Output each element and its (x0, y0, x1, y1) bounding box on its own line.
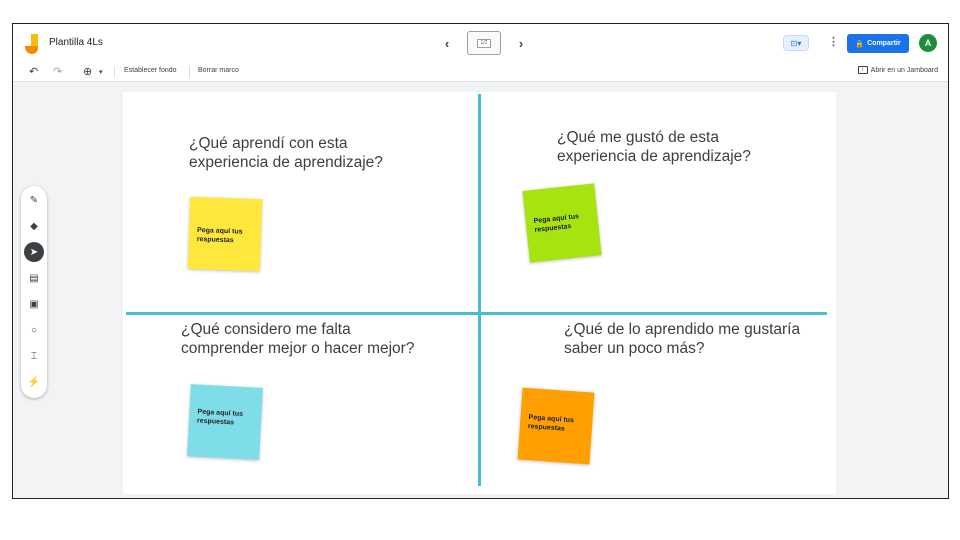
laser-icon[interactable]: ⚡ (24, 372, 44, 392)
more-options-icon[interactable]: ⋮ (828, 35, 839, 48)
sticky-note[interactable]: Pega aquí tus respuestas (187, 196, 263, 272)
jamboard-window: Plantilla 4Ls ‹ 1/2 › ⊡▾ ⋮ 🔒 Compartir A… (12, 23, 949, 499)
text-box-icon[interactable]: ⌶ (24, 346, 44, 366)
sticky-note-icon[interactable]: ▤ (24, 268, 44, 288)
share-label: Compartir (867, 40, 901, 47)
sticky-note[interactable]: Pega aquí tus respuestas (517, 387, 595, 465)
drawing-tools-panel: ✎ ◆ ➤ ▤ ▣ ○ ⌶ ⚡ (21, 186, 47, 398)
edit-toolbar: ↶ ↷ ⊕ ▾ Establecer fondo Borrar marco ↑ … (13, 62, 948, 82)
open-in-app-icon: ↑ (857, 66, 868, 74)
redo-icon[interactable]: ↷ (53, 65, 62, 78)
sticky-note-text: Pega aquí tus respuestas (533, 213, 580, 234)
sticky-note-text: Pega aquí tus respuestas (527, 414, 575, 433)
present-button[interactable]: ⊡▾ (783, 35, 809, 51)
quadrant-question[interactable]: ¿Qué aprendí con esta experiencia de apr… (189, 134, 399, 172)
zoom-icon[interactable]: ⊕ (83, 65, 92, 78)
frame-counter: 1/2 (476, 38, 492, 48)
select-icon[interactable]: ➤ (24, 242, 44, 262)
frame-bar-button[interactable]: 1/2 (467, 31, 501, 55)
jamboard-logo-icon[interactable] (25, 34, 39, 54)
top-bar: Plantilla 4Ls ‹ 1/2 › ⊡▾ ⋮ 🔒 Compartir A (13, 24, 948, 62)
share-button[interactable]: 🔒 Compartir (847, 34, 909, 53)
toolbar-divider (189, 66, 190, 78)
pen-icon[interactable]: ✎ (24, 190, 44, 210)
board-canvas[interactable]: ¿Qué aprendí con esta experiencia de apr… (123, 92, 836, 494)
sticky-note-text: Pega aquí tus respuestas (196, 227, 243, 245)
horizontal-divider (126, 312, 827, 315)
toolbar-divider (114, 66, 115, 78)
avatar[interactable]: A (919, 34, 937, 52)
previous-frame-icon[interactable]: ‹ (441, 36, 453, 51)
quadrant-question[interactable]: ¿Qué me gustó de esta experiencia de apr… (557, 128, 797, 166)
eraser-icon[interactable]: ◆ (24, 216, 44, 236)
frame-navigator: ‹ 1/2 › (441, 31, 527, 55)
quadrant-question[interactable]: ¿Qué de lo aprendido me gustaría saber u… (564, 320, 804, 358)
open-in-jamboard-button[interactable]: ↑ Abrir en un Jamboard (857, 66, 938, 74)
present-icon: ⊡▾ (790, 38, 802, 48)
lock-icon: 🔒 (855, 40, 865, 48)
sticky-note-text: Pega aquí tus respuestas (196, 408, 244, 427)
next-frame-icon[interactable]: › (515, 36, 527, 51)
zoom-dropdown-chevron-icon[interactable]: ▾ (99, 68, 103, 76)
undo-icon[interactable]: ↶ (29, 65, 38, 78)
sticky-note[interactable]: Pega aquí tus respuestas (187, 384, 263, 460)
open-in-jamboard-label: Abrir en un Jamboard (870, 66, 938, 74)
quadrant-question[interactable]: ¿Qué considero me falta comprender mejor… (181, 320, 421, 358)
circle-shape-icon[interactable]: ○ (24, 320, 44, 340)
image-icon[interactable]: ▣ (24, 294, 44, 314)
vertical-divider (478, 94, 481, 486)
set-background-button[interactable]: Establecer fondo (124, 67, 177, 74)
clear-frame-button[interactable]: Borrar marco (198, 67, 239, 74)
sticky-note[interactable]: Pega aquí tus respuestas (522, 183, 602, 263)
document-title[interactable]: Plantilla 4Ls (49, 37, 103, 48)
